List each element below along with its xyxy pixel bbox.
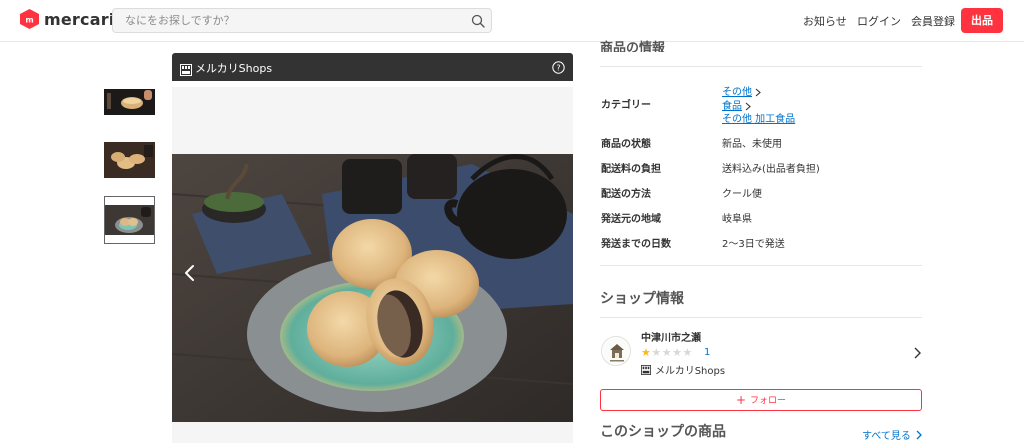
- shipping-method-value: クール便: [722, 189, 762, 200]
- shops-badge: メルカリShops: [641, 362, 725, 377]
- chevron-right-icon: [755, 88, 761, 96]
- chevron-right-icon[interactable]: [912, 345, 922, 359]
- thumbnail-3-selected[interactable]: [104, 196, 155, 244]
- see-all-label: すべて見る: [862, 431, 911, 442]
- header: m mercari お知らせ ログイン 会員登録 出品: [0, 0, 1024, 42]
- star-empty-icon: ★★★★: [651, 346, 693, 359]
- divider: [600, 265, 922, 266]
- shops-badge-label: メルカリShops: [655, 366, 726, 377]
- divider: [600, 66, 922, 67]
- svg-text:m: m: [25, 16, 33, 25]
- thumbnail-2[interactable]: [104, 135, 155, 183]
- shipping-method-label: 配送の方法: [601, 189, 651, 200]
- logo-text: mercari: [44, 9, 115, 29]
- plus-icon: +: [735, 393, 747, 407]
- sell-button[interactable]: 出品: [961, 8, 1003, 33]
- prev-image-arrow-icon[interactable]: [181, 263, 199, 283]
- help-icon[interactable]: ?: [552, 59, 565, 74]
- shops-bar: メルカリShops ?: [172, 53, 573, 81]
- shops-store-icon: [180, 61, 192, 80]
- shops-store-icon: [641, 364, 651, 375]
- search-box: [112, 8, 492, 33]
- days-to-ship-value: 2〜3日で発送: [722, 239, 785, 250]
- ship-from-value: 岐阜県: [722, 214, 752, 225]
- shop-info-title: ショップ情報: [600, 291, 684, 307]
- svg-text:?: ?: [556, 64, 560, 73]
- days-to-ship-label: 発送までの日数: [601, 239, 671, 250]
- shipping-fee-value: 送料込み(出品者負担): [722, 164, 820, 175]
- condition-value: 新品、未使用: [722, 139, 782, 150]
- mercari-logo[interactable]: m mercari: [20, 9, 114, 29]
- mercari-logo-icon: m: [20, 9, 39, 29]
- category-link-3-row: その他 加工食品: [722, 110, 795, 125]
- follow-button[interactable]: + フォロー: [600, 389, 922, 411]
- nav-signup[interactable]: 会員登録: [911, 13, 955, 29]
- main-image-stage: [172, 87, 573, 443]
- product-info-title: 商品の情報: [600, 41, 666, 52]
- shops-label: メルカリShops: [195, 62, 273, 75]
- shipping-fee-label: 配送料の負担: [601, 164, 661, 175]
- condition-label: 商品の状態: [601, 139, 651, 150]
- category-label: カテゴリー: [601, 100, 651, 111]
- star-filled-icon: ★: [641, 346, 652, 359]
- shop-name[interactable]: 中津川市之瀬: [641, 329, 701, 344]
- thumbnail-1[interactable]: [104, 78, 155, 126]
- follow-label: フォロー: [750, 396, 787, 406]
- category-link-3[interactable]: その他 加工食品: [722, 114, 795, 125]
- divider: [600, 317, 922, 318]
- see-all-link[interactable]: すべて見る: [862, 427, 924, 442]
- nav-login[interactable]: ログイン: [857, 13, 901, 29]
- search-icon[interactable]: [471, 13, 485, 28]
- search-input[interactable]: [113, 9, 463, 32]
- rating-count[interactable]: 1: [704, 347, 710, 358]
- rating-stars: ★★★★★: [641, 346, 693, 359]
- shop-avatar[interactable]: [601, 336, 631, 366]
- product-photo: [172, 154, 573, 422]
- shop-items-title: このショップの商品: [600, 424, 726, 440]
- ship-from-label: 発送元の地域: [601, 214, 661, 225]
- category-link-1-row: その他: [722, 83, 761, 98]
- chevron-right-icon: [916, 430, 922, 439]
- nav-notifications[interactable]: お知らせ: [803, 13, 847, 29]
